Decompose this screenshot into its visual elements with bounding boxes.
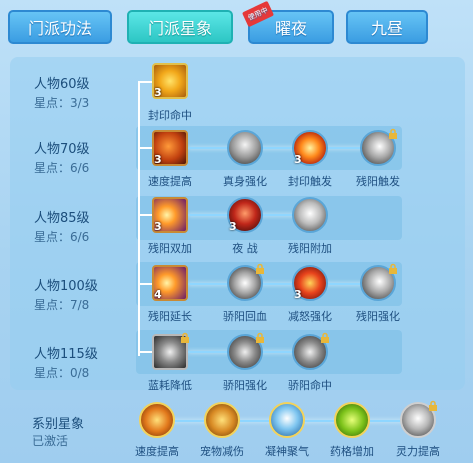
lock-icon — [389, 128, 397, 139]
skill-label: 药格增加 — [330, 445, 374, 458]
skill-true-body[interactable] — [227, 130, 263, 166]
lock-icon — [256, 263, 264, 274]
skill-speed-up[interactable]: 3 — [152, 130, 188, 166]
skill-sunset-trigger[interactable] — [360, 128, 397, 166]
skill-label: 封印命中 — [148, 109, 192, 122]
skill-mana-reduce[interactable] — [152, 332, 189, 370]
skill-count: 3 — [229, 220, 237, 233]
skill-count: 3 — [154, 86, 162, 99]
ring-icon — [204, 402, 240, 438]
eagle-icon — [227, 130, 263, 166]
bell-icon — [292, 197, 328, 233]
series-focus-energy[interactable] — [269, 402, 305, 438]
skill-label: 夜 战 — [232, 242, 258, 255]
skill-count: 3 — [154, 153, 162, 166]
connector-line — [138, 147, 152, 149]
skill-blaze-heal[interactable] — [227, 263, 264, 301]
tab-yaoye-label: 曜夜 — [274, 19, 307, 38]
skill-count: 3 — [154, 220, 162, 233]
skill-label: 蓝耗降低 — [148, 379, 192, 392]
skill-label: 残阳附加 — [288, 242, 332, 255]
star-count: 星点：3/3 — [34, 96, 90, 110]
skill-sunset-double[interactable]: 3 — [152, 197, 188, 233]
skill-count: 3 — [294, 153, 302, 166]
skill-count: 3 — [294, 288, 302, 301]
crystal-icon — [334, 402, 370, 438]
skill-label: 骄阳回血 — [223, 310, 267, 323]
skill-label: 减怒强化 — [288, 310, 332, 323]
skill-label: 真身强化 — [223, 175, 267, 188]
in-use-badge: 使用中 — [241, 0, 275, 28]
series-title: 系别星象 — [32, 417, 85, 432]
skill-label: 骄阳命中 — [288, 379, 332, 392]
lock-icon — [181, 332, 189, 343]
lock-icon — [256, 332, 264, 343]
flame-icon — [139, 402, 175, 438]
skill-label: 残阳强化 — [356, 310, 400, 323]
tab-sect-skills[interactable]: 门派功法 — [8, 10, 112, 44]
connector-line — [138, 81, 152, 83]
skill-label: 封印触发 — [288, 175, 332, 188]
skill-label: 残阳双加 — [148, 242, 192, 255]
skill-sunset-strengthen[interactable] — [360, 263, 397, 301]
skill-rage-reduce[interactable]: 3 — [292, 265, 328, 301]
skill-sunset-attach[interactable] — [292, 197, 328, 233]
skill-label: 残阳触发 — [356, 175, 400, 188]
level-label: 人物115级 — [34, 347, 98, 362]
glow-line — [188, 147, 378, 149]
skill-count: 4 — [154, 288, 162, 301]
skill-label: 速度提高 — [135, 445, 179, 458]
lock-icon — [389, 263, 397, 274]
skill-label: 凝神聚气 — [265, 445, 309, 458]
skill-sunset-extend[interactable]: 4 — [152, 265, 188, 301]
tab-sect-stars[interactable]: 门派星象 — [127, 10, 233, 44]
skill-seal-trigger[interactable]: 3 — [292, 130, 328, 166]
level-label: 人物70级 — [34, 142, 90, 157]
skill-label: 骄阳强化 — [223, 379, 267, 392]
level-label: 人物60级 — [34, 77, 90, 92]
series-spirit-up[interactable] — [400, 400, 437, 438]
skill-blaze-strengthen[interactable] — [227, 332, 264, 370]
star-count: 星点：0/8 — [34, 366, 90, 380]
glow-line — [188, 283, 378, 285]
lock-icon — [429, 400, 437, 411]
skill-label: 速度提高 — [148, 175, 192, 188]
skill-seal-hit[interactable]: 3 — [152, 63, 188, 99]
connector-line — [138, 214, 152, 216]
star-count: 星点：6/6 — [34, 161, 90, 175]
level-label: 人物85级 — [34, 211, 90, 226]
tab-jiuzhou[interactable]: 九昼 — [346, 10, 428, 44]
skill-night-battle[interactable]: 3 — [227, 197, 263, 233]
tab-bar: 门派功法 门派星象 使用中 曜夜 九昼 — [0, 0, 473, 52]
skill-blaze-hit[interactable] — [292, 332, 329, 370]
series-status: 已激活 — [32, 434, 69, 448]
lock-icon — [321, 332, 329, 343]
series-speed-up[interactable] — [139, 402, 175, 438]
star-panel-window: { "tabs": [ {"label": "门派功法"}, {"label":… — [0, 0, 473, 463]
skill-label: 残阳延长 — [148, 310, 192, 323]
figure-icon — [269, 402, 305, 438]
tab-yaoye[interactable]: 使用中 曜夜 — [241, 0, 334, 44]
connector-line — [138, 351, 152, 353]
series-pet-damage-reduce[interactable] — [204, 402, 240, 438]
connector-line — [138, 283, 152, 285]
series-potion-slots[interactable] — [334, 402, 370, 438]
star-count: 星点：7/8 — [34, 298, 90, 312]
skill-label: 宠物减伤 — [200, 445, 244, 458]
skill-label: 灵力提高 — [396, 445, 440, 458]
level-label: 人物100级 — [34, 279, 98, 294]
star-count: 星点：6/6 — [34, 230, 90, 244]
